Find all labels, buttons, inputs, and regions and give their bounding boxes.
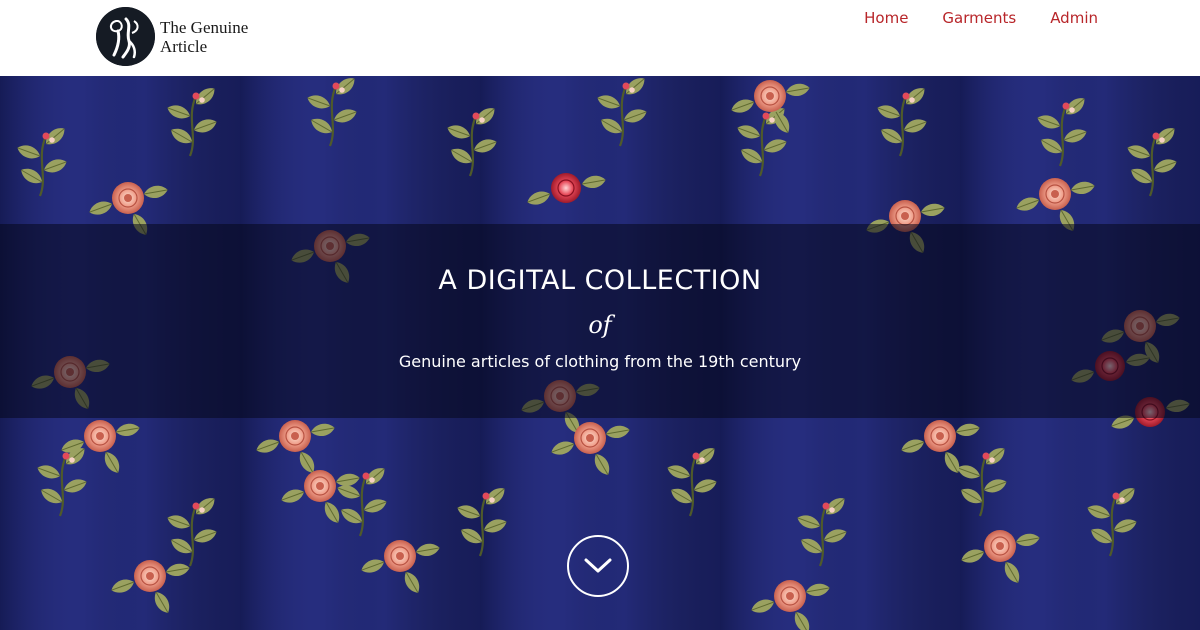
nav-link-admin[interactable]: Admin <box>1050 8 1098 28</box>
chevron-down-icon <box>584 558 612 573</box>
main-nav: Home Garments Admin <box>864 8 1098 28</box>
brand-name: The Genuine Article <box>160 18 248 56</box>
hero-banner: A DIGITAL COLLECTION of Genuine articles… <box>0 76 1200 630</box>
hero-connector: of <box>588 311 612 339</box>
hero-subtitle: Genuine articles of clothing from the 19… <box>398 352 802 371</box>
hero-headline: A DIGITAL COLLECTION <box>438 265 762 296</box>
nav-link-garments[interactable]: Garments <box>942 8 1016 28</box>
brand-name-line1: The Genuine <box>160 17 249 37</box>
logo-emblem-icon <box>96 7 155 66</box>
site-logo[interactable]: The Genuine Article <box>96 7 248 66</box>
nav-link-home[interactable]: Home <box>864 8 908 28</box>
site-header: The Genuine Article Home Garments Admin <box>0 0 1200 76</box>
brand-name-line2: Article <box>160 36 208 56</box>
scroll-down-button[interactable] <box>567 535 629 597</box>
